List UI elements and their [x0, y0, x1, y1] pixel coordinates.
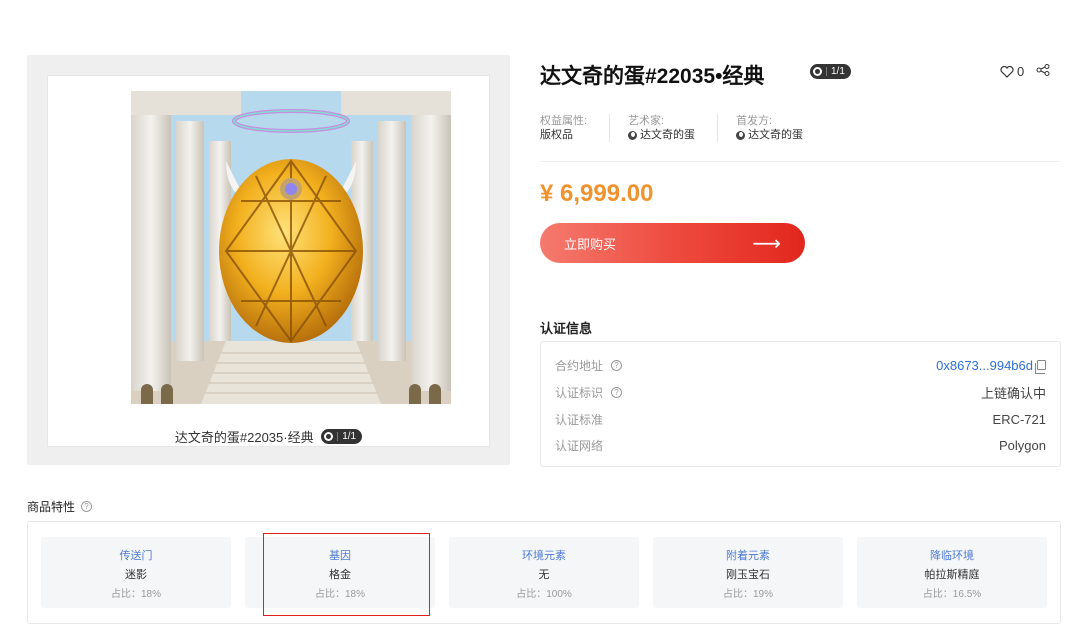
- edition-separator: [337, 432, 339, 441]
- attribute-key: 艺术家:: [628, 115, 665, 127]
- trait-value: 帕拉斯精庭: [924, 569, 980, 581]
- attribute-value: 达文奇的蛋: [628, 128, 695, 142]
- divider: [540, 161, 1060, 162]
- artwork-image[interactable]: [131, 91, 451, 404]
- artist-avatar-icon: [628, 130, 638, 140]
- copy-icon[interactable]: [1035, 360, 1046, 374]
- traits-title-text: 商品特性: [27, 500, 76, 514]
- help-icon[interactable]: ?: [611, 359, 623, 371]
- trait-value: 刚玉宝石: [726, 569, 770, 581]
- edition-separator: [826, 67, 827, 76]
- edition-icon: [324, 432, 334, 441]
- cert-label-text: 合约地址: [555, 358, 604, 373]
- traits-panel: 传送门 迷影 占比：18% 基因 格金 占比：18% 环境元素 无 占比：100…: [27, 521, 1061, 624]
- certification-panel: 合约地址? 0x8673...994b6d 认证标识? 上链确认中 认证标准 E…: [540, 341, 1061, 467]
- trait-card[interactable]: 环境元素 无 占比：100%: [449, 537, 639, 608]
- trait-ratio: 占比：16.5%: [922, 589, 982, 600]
- cert-row-network: 认证网络 Polygon: [555, 435, 1046, 455]
- trait-card[interactable]: 降临环境 帕拉斯精庭 占比：16.5%: [857, 537, 1047, 608]
- attribute-value: 版权品: [540, 128, 587, 142]
- cert-label-text: 认证标识: [555, 385, 604, 400]
- certification-title: 认证信息: [540, 321, 593, 336]
- product-attributes: 权益属性: 版权品 艺术家: 达文奇的蛋 首发方: 达文奇的蛋: [540, 114, 843, 142]
- trait-name: 传送门: [119, 550, 153, 562]
- trait-ratio: 占比：19%: [722, 589, 773, 600]
- cert-value: ERC-721: [992, 411, 1046, 427]
- buy-now-button[interactable]: 立即购买 ⟶: [540, 223, 805, 263]
- issuer-avatar-icon: [736, 130, 746, 140]
- cert-row-contract: 合约地址? 0x8673...994b6d: [555, 355, 1046, 375]
- trait-name: 降临环境: [930, 550, 974, 562]
- trait-card[interactable]: 附着元素 刚玉宝石 占比：19%: [653, 537, 843, 608]
- cert-value: Polygon: [999, 437, 1046, 453]
- artwork-panel: 达文奇的蛋#22035·经典 1/1: [47, 75, 490, 447]
- trait-card[interactable]: 传送门 迷影 占比：18%: [41, 537, 231, 608]
- trait-ratio: 占比：100%: [516, 589, 572, 600]
- buy-now-label: 立即购买: [564, 236, 617, 252]
- heart-icon: [1000, 65, 1014, 78]
- cert-label: 认证网络: [555, 438, 604, 453]
- attribute-key: 权益属性:: [540, 115, 588, 127]
- cert-label: 认证标识?: [555, 384, 623, 401]
- highlight-box: [263, 533, 430, 616]
- edition-icon: [813, 67, 822, 76]
- attribute-value-text: 达文奇的蛋: [748, 129, 804, 141]
- share-button[interactable]: [1036, 64, 1050, 79]
- attribute-key: 首发方:: [736, 115, 773, 127]
- arrow-right-icon: ⟶: [752, 232, 781, 255]
- edition-text: 1/1: [342, 431, 357, 442]
- title-edition-text: 1/1: [831, 66, 845, 77]
- share-icon: [1036, 64, 1050, 76]
- contract-address-link[interactable]: 0x8673...994b6d: [936, 357, 1046, 374]
- like-button[interactable]: 0: [1000, 64, 1024, 79]
- trait-value: 无: [538, 569, 550, 581]
- product-title: 达文奇的蛋#22035•经典: [540, 65, 765, 88]
- attribute-artist[interactable]: 艺术家: 达文奇的蛋: [628, 114, 719, 142]
- attribute-value-text: 版权品: [540, 129, 573, 141]
- artwork-caption-text: 达文奇的蛋#22035·经典: [174, 430, 314, 445]
- traits-title: 商品特性 ?: [27, 498, 93, 515]
- cert-label: 合约地址?: [555, 357, 623, 374]
- artwork-caption: 达文奇的蛋#22035·经典 1/1: [47, 427, 490, 446]
- trait-ratio: 占比：18%: [110, 589, 161, 600]
- title-edition-badge: 1/1: [810, 64, 851, 79]
- trait-value: 迷影: [125, 569, 147, 581]
- like-count: 0: [1017, 64, 1025, 79]
- attribute-rights: 权益属性: 版权品: [540, 114, 611, 142]
- cert-value-text: 0x8673...994b6d: [936, 357, 1033, 373]
- help-icon[interactable]: ?: [611, 386, 623, 398]
- cert-row-standard: 认证标准 ERC-721: [555, 409, 1046, 429]
- cert-row-identifier: 认证标识? 上链确认中: [555, 382, 1046, 402]
- price: ¥ 6,999.00: [540, 180, 654, 207]
- artwork-frame: 达文奇的蛋#22035·经典 1/1: [27, 55, 510, 465]
- cert-label: 认证标准: [555, 412, 604, 427]
- attribute-issuer[interactable]: 首发方: 达文奇的蛋: [736, 114, 825, 142]
- cert-value: 上链确认中: [980, 385, 1046, 401]
- trait-name: 环境元素: [522, 550, 566, 562]
- edition-badge: 1/1: [321, 429, 363, 444]
- trait-name: 附着元素: [726, 550, 770, 562]
- attribute-value: 达文奇的蛋: [736, 128, 803, 142]
- attribute-value-text: 达文奇的蛋: [640, 129, 696, 141]
- help-icon[interactable]: ?: [81, 501, 93, 512]
